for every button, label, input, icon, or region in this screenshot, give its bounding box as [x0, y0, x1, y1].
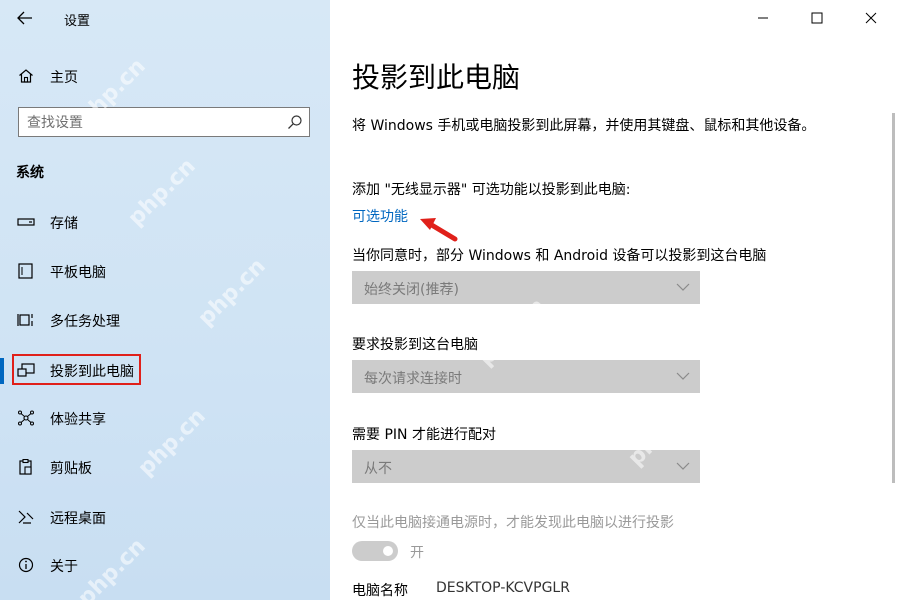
sidebar-item-tablet[interactable]: 平板电脑: [0, 251, 330, 291]
search-input[interactable]: [25, 112, 279, 134]
close-icon: [865, 12, 877, 24]
require-pin-dropdown[interactable]: 从不: [352, 450, 700, 483]
sidebar-item-clipboard[interactable]: 剪贴板: [0, 447, 330, 487]
sidebar-item-label: 多任务处理: [50, 314, 120, 330]
setting3-label: 需要 PIN 才能进行配对: [352, 427, 496, 443]
remote-desktop-icon: [18, 510, 34, 524]
ask-to-project-dropdown[interactable]: 每次请求连接时: [352, 360, 700, 393]
minimize-icon: [758, 17, 768, 19]
clipboard-icon: [19, 459, 32, 475]
chevron-down-icon: [676, 462, 690, 470]
info-icon: [18, 557, 34, 573]
storage-icon: [17, 218, 35, 226]
red-arrow-annotation: [420, 218, 458, 242]
setting2-label: 要求投影到这台电脑: [352, 337, 478, 353]
multitasking-icon: [17, 314, 33, 326]
dropdown-value: 每次请求连接时: [364, 371, 462, 387]
pc-name-label: 电脑名称: [352, 583, 408, 599]
maximize-icon: [811, 12, 823, 24]
window-controls: [740, 0, 900, 36]
power-label: 仅当此电脑接通电源时，才能发现此电脑以进行投影: [352, 515, 674, 531]
sidebar-item-label: 投影到此电脑: [50, 364, 134, 380]
back-arrow-icon: [17, 11, 32, 25]
active-indicator: [0, 358, 4, 384]
minimize-button[interactable]: [740, 0, 786, 36]
sidebar-item-storage[interactable]: 存储: [0, 202, 330, 242]
titlebar-left: 设置: [0, 0, 330, 36]
tablet-icon: [18, 263, 33, 279]
search-box[interactable]: [18, 107, 310, 137]
pc-name-value: DESKTOP-KCVPGLR: [436, 580, 570, 596]
back-button[interactable]: [10, 6, 40, 30]
dropdown-value: 始终关闭(推荐): [364, 282, 459, 298]
sidebar-item-remote-desktop[interactable]: 远程桌面: [0, 497, 330, 537]
app-title: 设置: [64, 14, 91, 29]
sidebar-item-shared-experiences[interactable]: 体验共享: [0, 398, 330, 438]
section-title: 系统: [16, 165, 44, 181]
sidebar-item-label: 存储: [50, 216, 78, 232]
sidebar: 设置 主页 系统 存储 平板电脑: [0, 0, 330, 611]
chevron-down-icon: [676, 372, 690, 380]
sidebar-item-label: 体验共享: [50, 412, 106, 428]
sidebar-item-about[interactable]: 关于: [0, 545, 330, 585]
close-button[interactable]: [848, 0, 894, 36]
sidebar-item-multitasking[interactable]: 多任务处理: [0, 300, 330, 340]
power-discovery-toggle[interactable]: [352, 541, 398, 561]
maximize-button[interactable]: [794, 0, 840, 36]
sidebar-item-projection[interactable]: 投影到此电脑: [0, 350, 330, 390]
sidebar-item-label: 远程桌面: [50, 511, 106, 527]
search-icon[interactable]: [287, 114, 303, 130]
page-title: 投影到此电脑: [352, 61, 521, 94]
dropdown-value: 从不: [364, 461, 392, 477]
sidebar-item-label: 平板电脑: [50, 265, 106, 281]
toggle-knob: [383, 546, 393, 556]
home-icon: [19, 69, 33, 83]
chevron-down-icon: [676, 283, 690, 291]
page-description: 将 Windows 手机或电脑投影到此屏幕，并使用其键盘、鼠标和其他设备。: [352, 118, 816, 134]
nav-home[interactable]: 主页: [0, 60, 330, 92]
sidebar-item-label: 关于: [50, 559, 78, 575]
add-feature-text: 添加 "无线显示器" 可选功能以投影到此电脑:: [352, 182, 631, 198]
nav-home-label: 主页: [50, 70, 78, 86]
projection-availability-dropdown[interactable]: 始终关闭(推荐): [352, 271, 700, 304]
setting1-label: 当你同意时，部分 Windows 和 Android 设备可以投影到这台电脑: [352, 248, 767, 264]
scrollbar[interactable]: [892, 113, 895, 483]
projection-icon: [17, 363, 35, 377]
optional-features-link[interactable]: 可选功能: [352, 206, 408, 226]
sidebar-item-label: 剪贴板: [50, 461, 92, 477]
shared-experiences-icon: [18, 410, 34, 426]
toggle-state-label: 开: [410, 545, 424, 561]
